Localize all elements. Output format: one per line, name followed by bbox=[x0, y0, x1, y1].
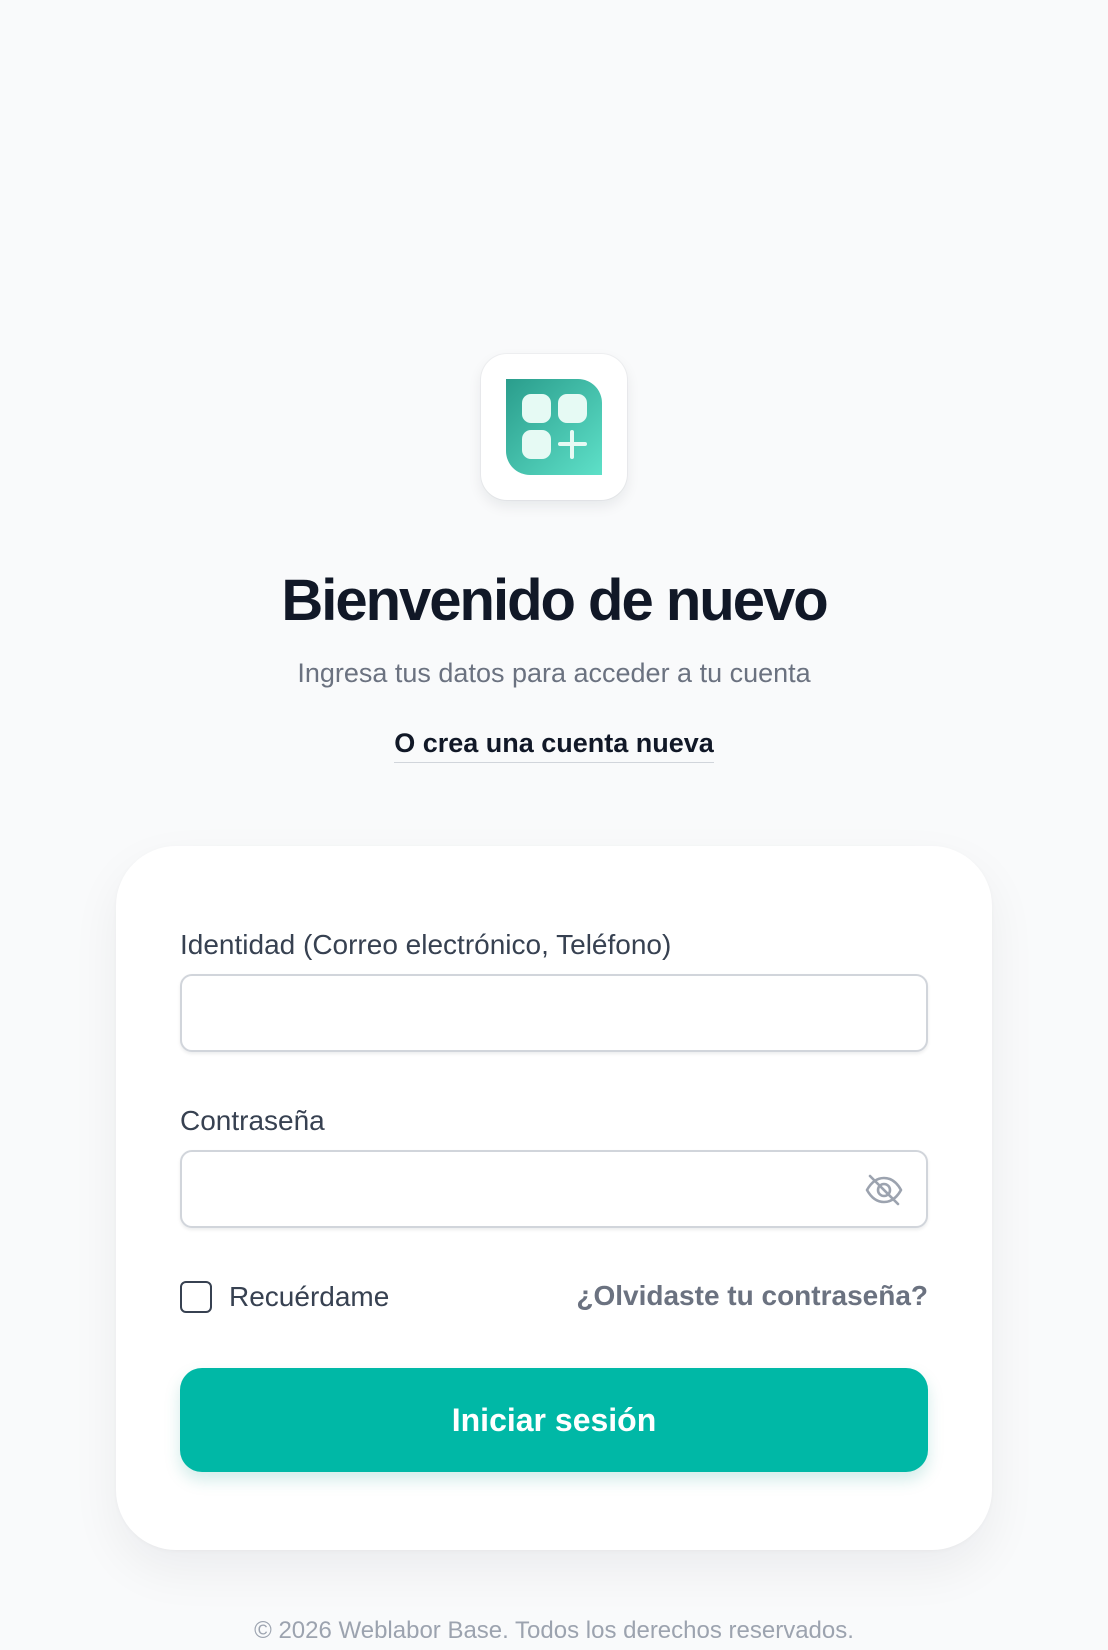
forgot-password-link[interactable]: ¿Olvidaste tu contraseña? bbox=[576, 1279, 928, 1313]
toggle-password-visibility-button[interactable] bbox=[864, 1172, 904, 1208]
page-title: Bienvenido de nuevo bbox=[281, 568, 828, 633]
apps-plus-icon bbox=[506, 379, 602, 475]
identity-label: Identidad (Correo electrónico, Teléfono) bbox=[180, 929, 672, 960]
remember-me-label: Recuérdame bbox=[229, 1281, 390, 1312]
app-logo bbox=[481, 354, 627, 500]
eye-off-icon bbox=[865, 1174, 903, 1206]
login-form: Identidad (Correo electrónico, Teléfono)… bbox=[116, 846, 992, 1550]
page-subtitle: Ingresa tus datos para acceder a tu cuen… bbox=[297, 658, 811, 688]
sign-in-button[interactable]: Iniciar sesión bbox=[180, 1368, 928, 1472]
create-account-link[interactable]: O crea una cuenta nueva bbox=[394, 726, 714, 763]
create-account-row: O crea una cuenta nueva bbox=[0, 726, 1108, 763]
password-label: Contraseña bbox=[180, 1105, 325, 1136]
remember-me-checkbox[interactable] bbox=[180, 1281, 212, 1313]
footer-copyright: © 2026 Weblabor Base. Todos los derechos… bbox=[254, 1617, 854, 1644]
remember-me[interactable]: Recuérdame bbox=[180, 1280, 389, 1314]
identity-input[interactable] bbox=[180, 974, 928, 1052]
password-input[interactable] bbox=[180, 1150, 928, 1228]
